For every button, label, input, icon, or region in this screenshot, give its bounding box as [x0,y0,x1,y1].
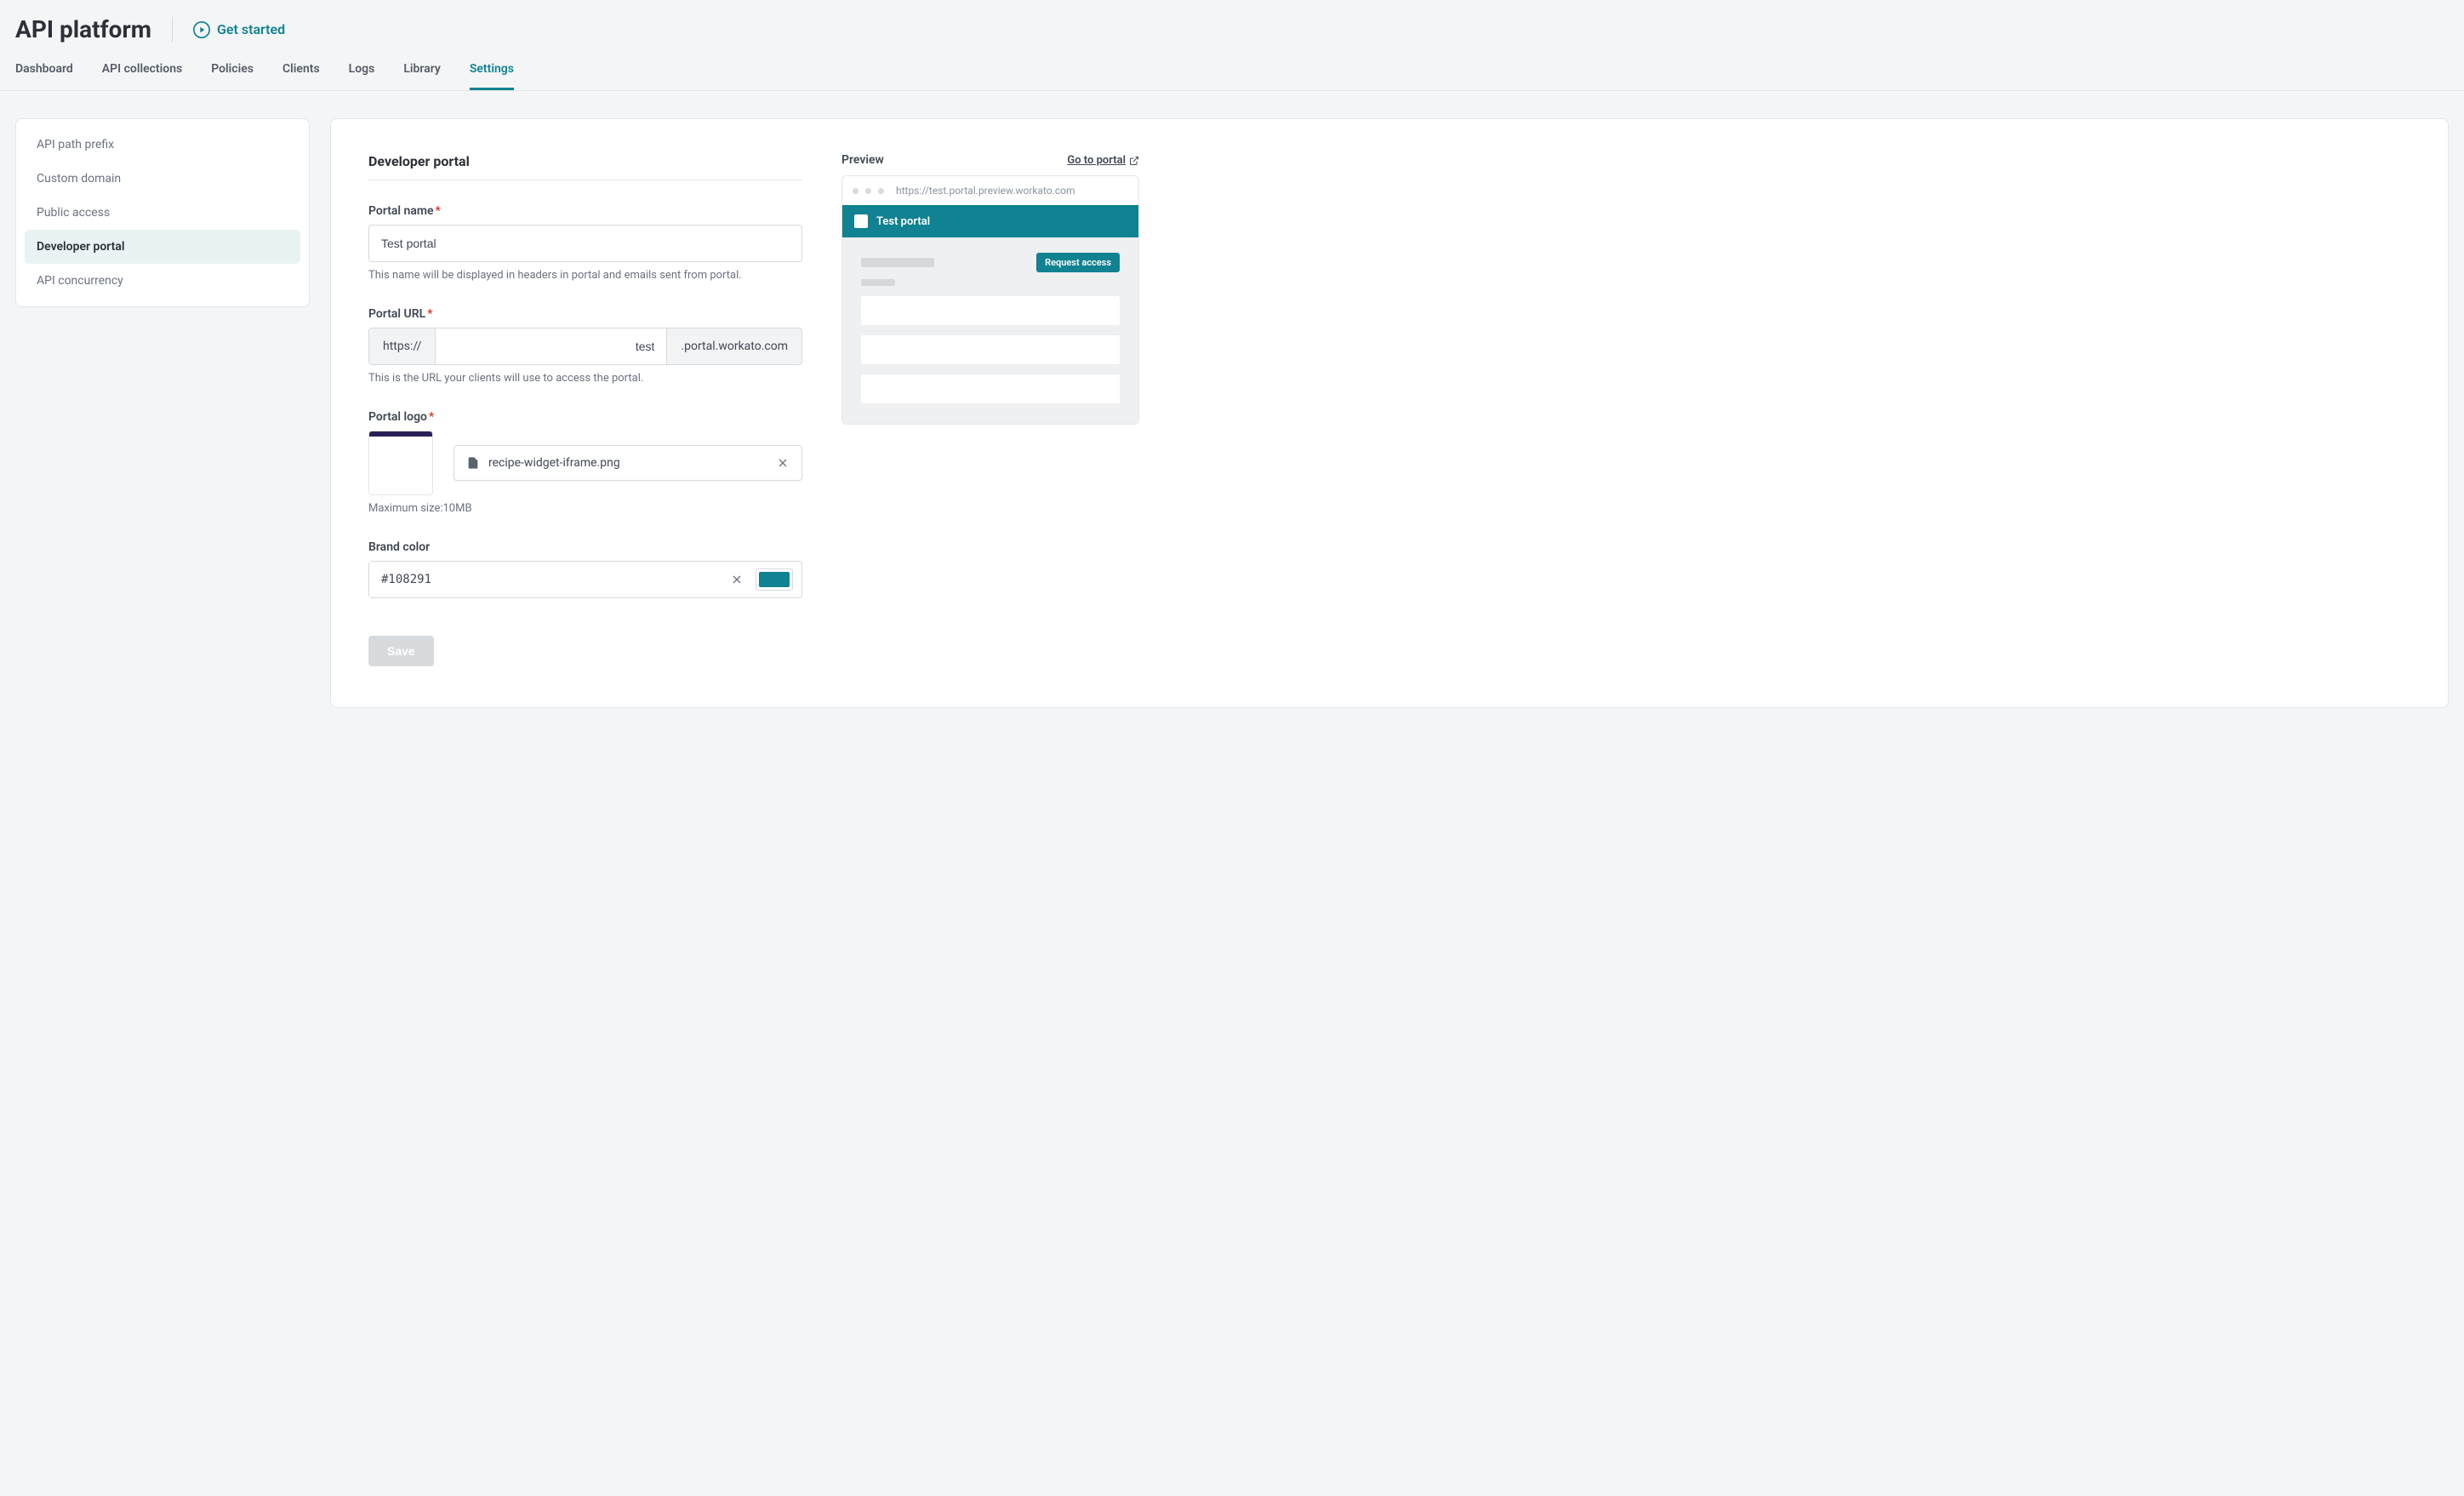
skeleton-card [861,335,1120,364]
skeleton-card [861,374,1120,403]
tab-settings[interactable]: Settings [470,62,514,90]
url-suffix: .portal.workato.com [666,328,801,364]
brand-color-label: Brand color [368,540,802,554]
browser-dot [865,188,871,194]
brand-color-input[interactable] [369,562,725,597]
preview-label: Preview [841,153,884,167]
go-to-portal-label: Go to portal [1067,154,1126,167]
page-title: API platform [15,15,151,43]
tab-policies[interactable]: Policies [211,62,254,90]
preview-request-access: Request access [1036,253,1120,272]
section-title: Developer portal [368,153,802,180]
portal-url-label: Portal URL* [368,307,802,321]
sidebar-item-api-path-prefix[interactable]: API path prefix [25,128,300,162]
sidebar-item-public-access[interactable]: Public access [25,196,300,230]
preview-brand-title: Test portal [876,215,930,228]
main-tabs: Dashboard API collections Policies Clients L… [0,43,2464,91]
get-started-label: Get started [217,21,285,37]
color-swatch[interactable] [756,568,793,591]
clear-icon[interactable] [730,573,744,586]
sidebar-item-developer-portal[interactable]: Developer portal [25,230,300,264]
portal-url-input[interactable] [436,328,666,364]
required-icon: * [436,204,441,218]
external-link-icon [1129,156,1139,166]
tab-clients[interactable]: Clients [282,62,320,90]
logo-max-size: Maximum size:10MB [368,502,802,515]
portal-name-input[interactable] [368,225,802,262]
file-icon [466,456,480,470]
go-to-portal-link[interactable]: Go to portal [1067,154,1139,167]
tab-logs[interactable]: Logs [349,62,375,90]
skeleton-bar [861,279,895,286]
preview-brandbar: Test portal [842,205,1138,237]
required-icon: * [427,307,432,321]
required-icon: * [429,410,434,424]
save-button[interactable]: Save [368,636,434,666]
portal-url-helper: This is the URL your clients will use to… [368,372,802,385]
portal-url-label-text: Portal URL [368,307,425,321]
tab-dashboard[interactable]: Dashboard [15,62,73,90]
logo-thumbnail [368,431,433,495]
sidebar-item-api-concurrency[interactable]: API concurrency [25,264,300,298]
file-name: recipe-widget-iframe.png [488,456,767,470]
tab-api-collections[interactable]: API collections [102,62,182,90]
portal-name-label-text: Portal name [368,204,434,218]
sidebar-item-custom-domain[interactable]: Custom domain [25,162,300,196]
header-divider [172,17,173,43]
get-started-link[interactable]: Get started [193,21,285,38]
preview-card: https://test.portal.preview.workato.com … [841,175,1139,425]
skeleton-bar [861,258,934,267]
close-icon[interactable] [776,456,790,470]
url-prefix: https:// [369,328,436,364]
portal-name-helper: This name will be displayed in headers i… [368,269,802,282]
preview-url: https://test.portal.preview.workato.com [896,185,1075,197]
browser-dot [878,188,884,194]
settings-sidebar: API path prefixCustom domainPublic acces… [15,118,310,307]
portal-logo-label-text: Portal logo [368,410,427,424]
play-icon [193,21,210,38]
portal-name-label: Portal name* [368,204,802,218]
browser-dot [853,188,858,194]
preview-logo-icon [854,214,868,228]
tab-library[interactable]: Library [403,62,441,90]
file-chip[interactable]: recipe-widget-iframe.png [453,445,802,481]
portal-logo-label: Portal logo* [368,410,802,424]
skeleton-card [861,296,1120,325]
